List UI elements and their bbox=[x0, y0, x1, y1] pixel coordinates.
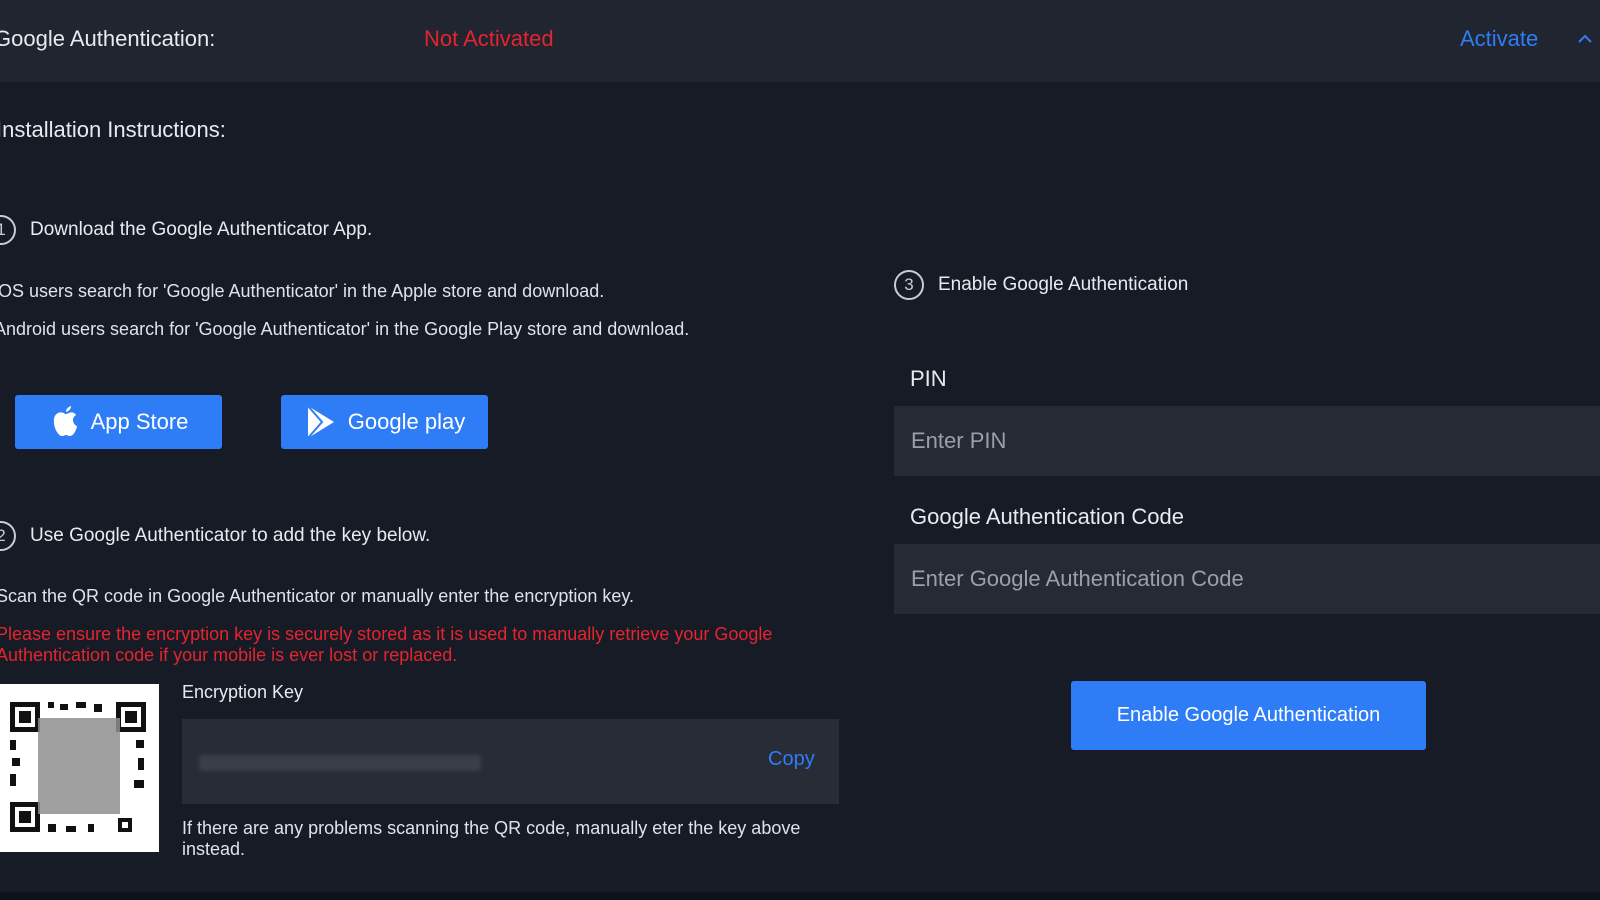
step-1: 1 Download the Google Authenticator App. bbox=[0, 215, 372, 245]
auth-header: Google Authentication: Not Activated Act… bbox=[0, 0, 1600, 82]
step-number-2: 2 bbox=[0, 521, 16, 551]
google-play-icon bbox=[307, 405, 334, 439]
step-1-label: Download the Google Authenticator App. bbox=[30, 219, 373, 240]
chevron-up-icon[interactable] bbox=[1576, 30, 1594, 48]
status-badge: Not Activated bbox=[424, 26, 554, 51]
auth-code-input[interactable] bbox=[894, 544, 1600, 614]
scan-instructions: Scan the QR code in Google Authenticator… bbox=[0, 586, 635, 606]
qr-hint: If there are any problems scanning the Q… bbox=[182, 818, 801, 859]
pin-label: PIN bbox=[910, 366, 947, 391]
qr-code-icon bbox=[8, 700, 148, 834]
encryption-key-value bbox=[199, 755, 481, 771]
bottom-divider bbox=[0, 892, 1600, 900]
encryption-key-field: Copy bbox=[182, 719, 839, 804]
step-number-1: 1 bbox=[0, 215, 16, 245]
enable-auth-button[interactable]: Enable Google Authentication bbox=[1071, 681, 1426, 750]
apple-icon bbox=[53, 406, 77, 436]
pin-input[interactable] bbox=[894, 406, 1600, 476]
encryption-key-label: Encryption Key bbox=[182, 682, 304, 702]
step-2: 2 Use Google Authenticator to add the ke… bbox=[0, 521, 430, 551]
google-play-button[interactable]: Google play bbox=[281, 395, 488, 449]
step-3-label: Enable Google Authentication bbox=[938, 274, 1189, 295]
copy-button[interactable]: Copy bbox=[768, 748, 815, 771]
ios-instructions: iOS users search for 'Google Authenticat… bbox=[0, 281, 605, 301]
step-2-label: Use Google Authenticator to add the key … bbox=[30, 525, 431, 546]
android-instructions: Android users search for 'Google Authent… bbox=[0, 319, 690, 339]
code-label: Google Authentication Code bbox=[910, 504, 1184, 529]
app-store-label: App Store bbox=[90, 409, 189, 434]
qr-code bbox=[0, 684, 159, 852]
auth-title: Google Authentication: bbox=[0, 26, 216, 51]
app-store-button[interactable]: App Store bbox=[15, 395, 222, 449]
instructions-title: Installation Instructions: bbox=[0, 117, 226, 142]
security-warning: Please ensure the encryption key is secu… bbox=[0, 624, 773, 665]
activate-link[interactable]: Activate bbox=[1460, 26, 1538, 52]
google-play-label: Google play bbox=[347, 409, 466, 434]
step-number-3: 3 bbox=[894, 270, 924, 300]
step-3: 3 Enable Google Authentication bbox=[894, 270, 1188, 300]
